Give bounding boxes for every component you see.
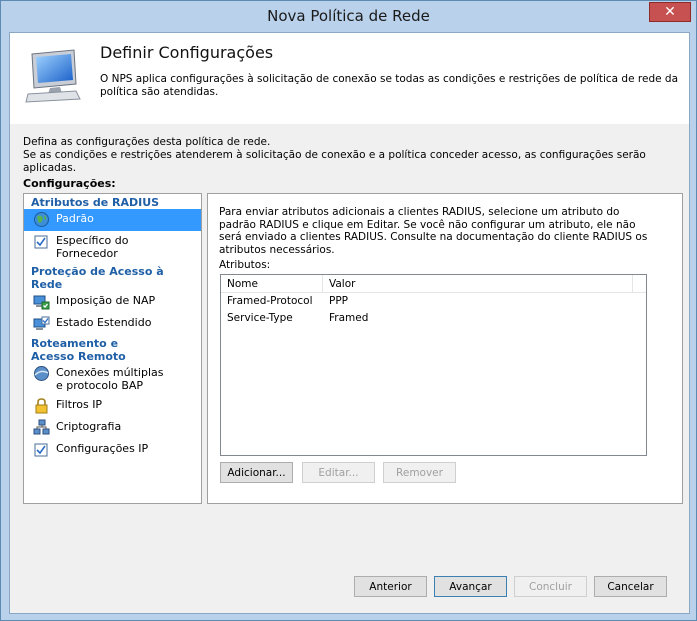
nap-icon xyxy=(33,295,50,310)
cell-name: Service-Type xyxy=(227,312,293,324)
page-title: Definir Configurações xyxy=(100,43,274,62)
section-radius-attributes: Atributos de RADIUS xyxy=(31,196,160,209)
cell-value: PPP xyxy=(329,295,348,307)
monitor-check-icon xyxy=(33,316,50,330)
section-network-access-protection: Proteção de Acesso à Rede xyxy=(31,265,164,291)
sidebar-item-label: Imposição de NAP xyxy=(56,294,156,307)
network-icon xyxy=(33,419,50,435)
close-button[interactable]: ✕ xyxy=(649,2,691,22)
back-button[interactable]: Anterior xyxy=(354,576,427,597)
edit-button[interactable]: Editar... xyxy=(302,462,375,483)
sidebar-item-label: Configurações IP xyxy=(56,442,149,455)
sidebar-item-padrao[interactable]: Padrão xyxy=(24,209,201,231)
sidebar-item-especifico-fornecedor[interactable]: Específico do Fornecedor xyxy=(24,231,201,263)
sidebar-item-label: Conexões múltiplas e protocolo BAP xyxy=(56,366,164,392)
page-description: O NPS aplica configurações à solicitação… xyxy=(100,73,679,98)
title-bar[interactable]: Nova Política de Rede ✕ xyxy=(1,1,696,32)
sidebar-item-filtros-ip[interactable]: Filtros IP xyxy=(24,395,201,417)
intro-line-1: Defina as configurações desta política d… xyxy=(23,136,271,148)
add-button[interactable]: Adicionar... xyxy=(220,462,293,483)
checkbox-icon xyxy=(34,235,48,249)
list-header: Nome Valor xyxy=(221,275,646,293)
checkbox-icon xyxy=(34,443,48,457)
column-header-valor[interactable]: Valor xyxy=(323,275,633,292)
column-header-nome[interactable]: Nome xyxy=(221,275,323,292)
sidebar-item-conexoes-multiplas[interactable]: Conexões múltiplas e protocolo BAP xyxy=(24,363,201,395)
wizard-header: Definir Configurações O NPS aplica confi… xyxy=(10,33,689,124)
cell-value: Framed xyxy=(329,312,369,324)
intro-text: Defina as configurações desta política d… xyxy=(23,136,683,175)
remove-button[interactable]: Remover xyxy=(383,462,456,483)
attributes-label: Atributos: xyxy=(219,259,271,271)
sidebar-item-label: Específico do Fornecedor xyxy=(56,234,129,260)
sidebar-item-label: Filtros IP xyxy=(56,398,103,411)
table-row[interactable]: Framed-Protocol PPP xyxy=(221,293,646,310)
table-row[interactable]: Service-Type Framed xyxy=(221,310,646,327)
settings-label: Configurações: xyxy=(23,177,116,190)
cell-name: Framed-Protocol xyxy=(227,295,313,307)
section-routing-remote-access: Roteamento e Acesso Remoto xyxy=(31,337,126,363)
wizard-body: Definir Configurações O NPS aplica confi… xyxy=(9,32,690,614)
cancel-button[interactable]: Cancelar xyxy=(594,576,667,597)
sidebar-item-label: Padrão xyxy=(56,212,94,225)
attributes-list[interactable]: Nome Valor Framed-Protocol PPP Service-T… xyxy=(220,274,647,456)
sidebar-item-criptografia[interactable]: Criptografia xyxy=(24,417,201,439)
globe-icon xyxy=(34,212,49,227)
window-title: Nova Política de Rede xyxy=(267,7,430,25)
settings-detail-panel: Para enviar atributos adicionais a clien… xyxy=(207,193,683,504)
next-button[interactable]: Avançar xyxy=(434,576,507,597)
sidebar-item-label: Estado Estendido xyxy=(56,316,152,329)
monitor-icon xyxy=(25,49,81,103)
wizard-window: Nova Política de Rede ✕ Definir Configur… xyxy=(0,0,697,621)
lock-icon xyxy=(35,398,48,414)
sidebar-item-label: Criptografia xyxy=(56,420,122,433)
finish-button[interactable]: Concluir xyxy=(514,576,587,597)
intro-line-2: Se as condições e restrições atenderem à… xyxy=(23,149,646,174)
panel-description: Para enviar atributos adicionais a clien… xyxy=(219,206,648,256)
sidebar-item-imposicao-nap[interactable]: Imposição de NAP xyxy=(24,291,201,313)
sidebar-item-estado-estendido[interactable]: Estado Estendido xyxy=(24,313,201,335)
sidebar-item-configuracoes-ip[interactable]: Configurações IP xyxy=(24,439,201,461)
link-globe-icon xyxy=(34,366,49,381)
settings-tree: Atributos de RADIUS Padrão Específico do… xyxy=(23,193,202,504)
